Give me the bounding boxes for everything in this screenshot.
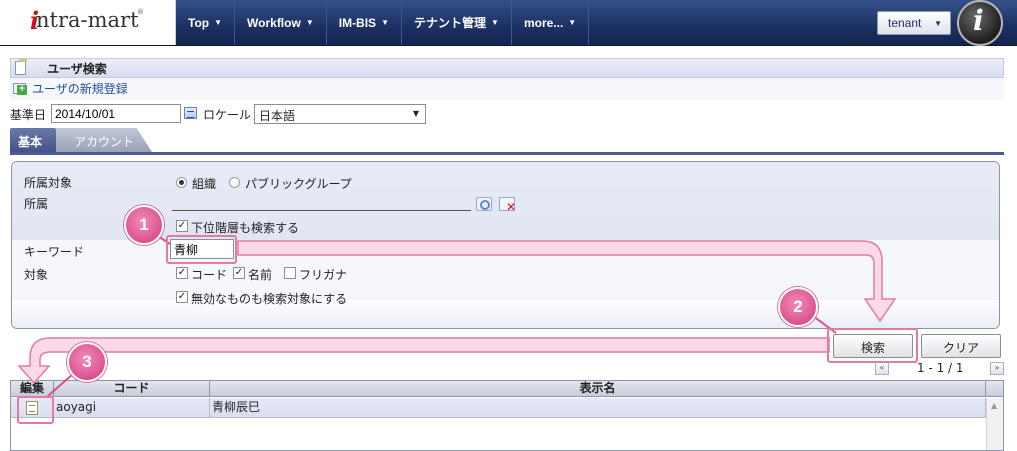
arrow-search-to-result <box>17 337 830 385</box>
highlight-search-button <box>827 328 918 363</box>
highlight-keyword <box>166 235 237 264</box>
highlight-edit-icon <box>17 396 54 424</box>
step-marker-2: 2 <box>778 287 818 327</box>
step-marker-3: 3 <box>67 342 107 382</box>
leader-3 <box>47 373 74 397</box>
step-marker-1: 1 <box>124 205 164 245</box>
